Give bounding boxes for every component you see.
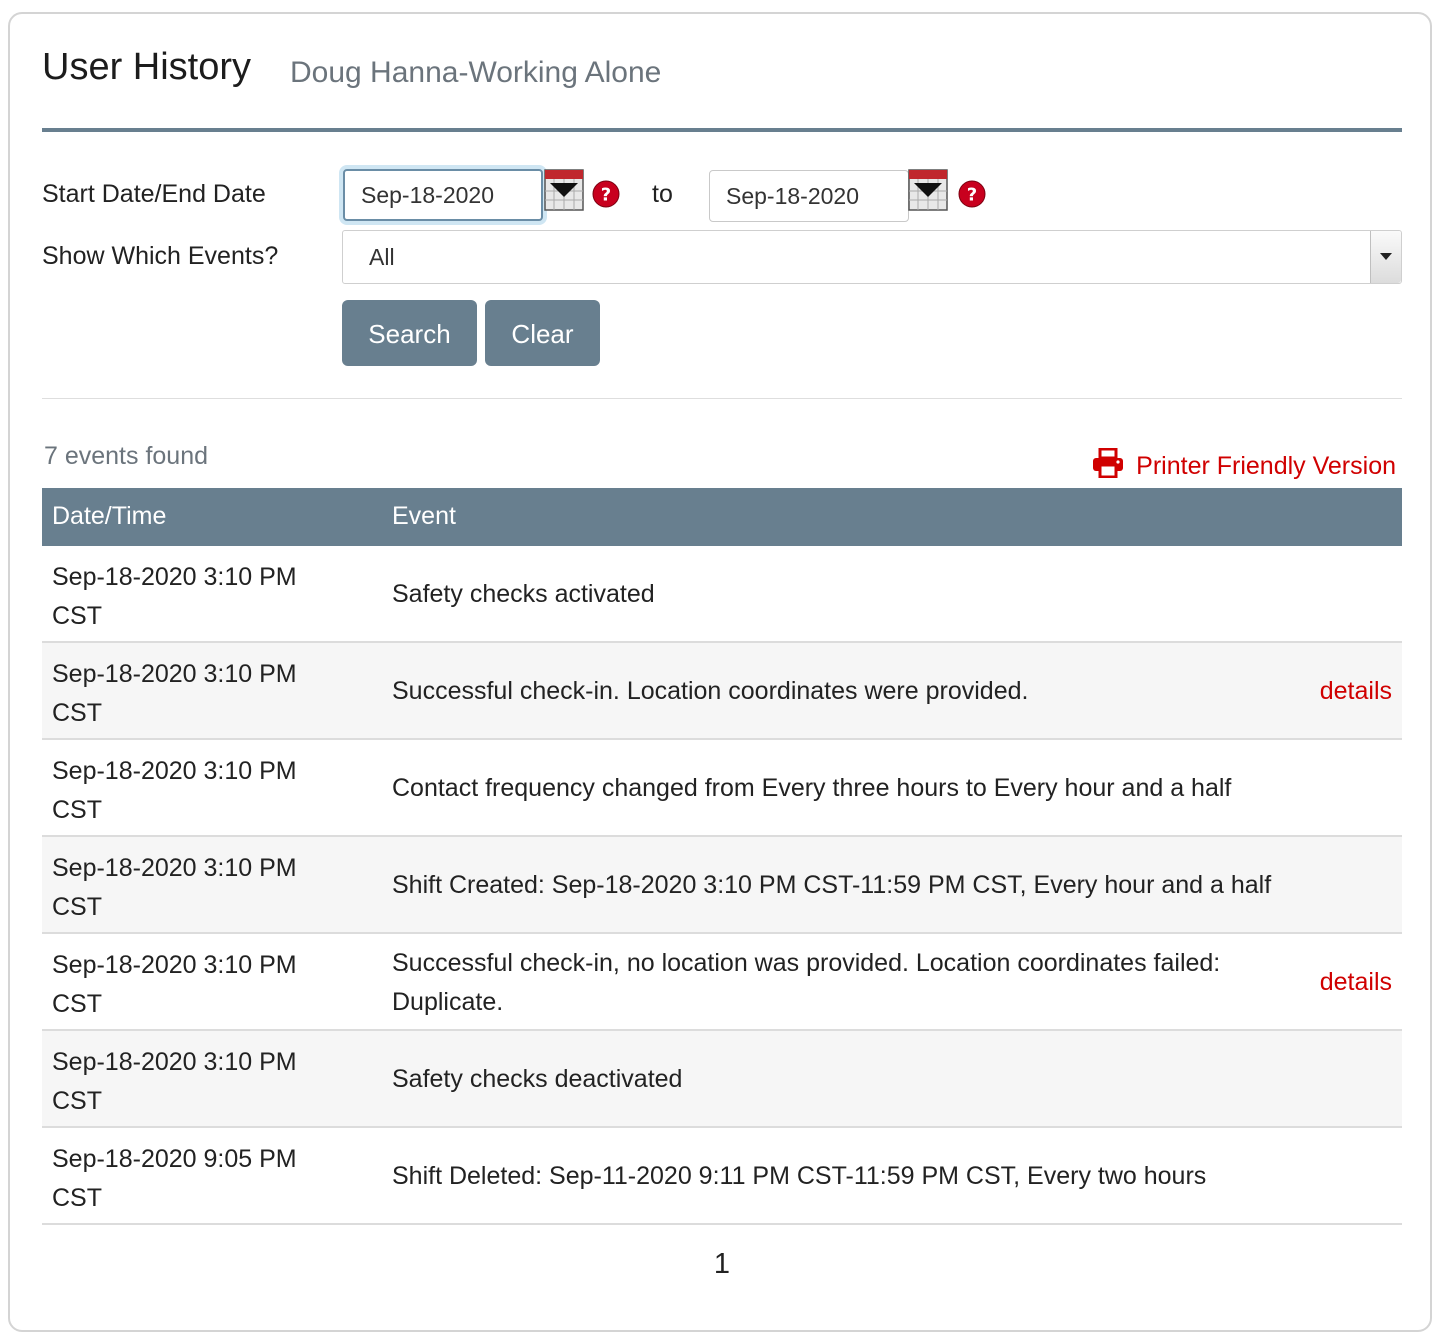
table-row: Sep-18-2020 3:10 PM CST Safety checks act… [42, 546, 1402, 643]
printer-friendly-link[interactable]: Printer Friendly Version [1092, 448, 1396, 481]
end-date-input[interactable] [709, 170, 909, 222]
start-date-input[interactable] [343, 169, 543, 221]
details-link[interactable]: details [1320, 677, 1392, 706]
clear-button[interactable]: Clear [485, 300, 600, 366]
page-header: User History Doug Hanna-Working Alone [42, 46, 1402, 132]
printer-friendly-label: Printer Friendly Version [1136, 452, 1396, 480]
chevron-down-icon[interactable] [1370, 231, 1401, 283]
to-label: to [652, 180, 673, 208]
table-row: Sep-18-2020 3:10 PM CST Safety checks dea… [42, 1031, 1402, 1128]
end-date-help-icon[interactable]: ? [958, 180, 986, 208]
table-row: Sep-18-2020 3:10 PM CST Shift Created: Se… [42, 837, 1402, 934]
column-header-event: Event [392, 502, 456, 530]
section-divider [42, 398, 1402, 399]
row-event: Successful check-in. Location coordinate… [392, 677, 1029, 705]
svg-text:?: ? [967, 185, 977, 206]
printer-icon [1093, 448, 1124, 478]
table-row: Sep-18-2020 9:05 PM CST Shift Deleted: Se… [42, 1128, 1402, 1225]
row-datetime: Sep-18-2020 9:05 PM CST [52, 1145, 297, 1212]
details-link[interactable]: details [1320, 968, 1392, 997]
end-calendar-icon[interactable] [908, 169, 948, 211]
page-number[interactable]: 1 [714, 1248, 730, 1280]
row-event: Contact frequency changed from Every thr… [392, 774, 1232, 802]
row-datetime: Sep-18-2020 3:10 PM CST [52, 757, 297, 824]
row-datetime: Sep-18-2020 3:10 PM CST [52, 563, 297, 630]
user-history-panel: User History Doug Hanna-Working Alone St… [8, 12, 1432, 1332]
search-button[interactable]: Search [342, 300, 477, 366]
user-name: Doug Hanna-Working Alone [290, 56, 662, 89]
row-event: Successful check-in, no location was pro… [392, 949, 1221, 1016]
table-row: Sep-18-2020 3:10 PM CST Successful check-… [42, 643, 1402, 740]
table-header: Date/Time Event [42, 488, 1402, 546]
events-select-value: All [369, 244, 395, 270]
events-select[interactable]: All [342, 230, 1402, 284]
row-datetime: Sep-18-2020 3:10 PM CST [52, 660, 297, 727]
pagination: 1 [10, 1248, 1434, 1281]
svg-text:?: ? [601, 185, 611, 206]
row-datetime: Sep-18-2020 3:10 PM CST [52, 854, 297, 921]
row-event: Safety checks deactivated [392, 1065, 683, 1093]
table-row: Sep-18-2020 3:10 PM CST Successful check-… [42, 934, 1402, 1031]
page-title: User History [42, 46, 252, 88]
table-row: Sep-18-2020 3:10 PM CST Contact frequency… [42, 740, 1402, 837]
row-event: Safety checks activated [392, 580, 655, 608]
start-calendar-icon[interactable] [544, 169, 584, 211]
start-date-help-icon[interactable]: ? [592, 180, 620, 208]
row-datetime: Sep-18-2020 3:10 PM CST [52, 951, 297, 1018]
results-count: 7 events found [44, 442, 209, 470]
events-filter-label: Show Which Events? [42, 242, 279, 270]
column-header-datetime: Date/Time [52, 502, 167, 530]
row-event: Shift Created: Sep-18-2020 3:10 PM CST-1… [392, 871, 1272, 899]
row-datetime: Sep-18-2020 3:10 PM CST [52, 1048, 297, 1115]
events-table: Date/Time Event Sep-18-2020 3:10 PM CST S… [42, 488, 1402, 1225]
table-body: Sep-18-2020 3:10 PM CST Safety checks act… [42, 546, 1402, 1225]
row-event: Shift Deleted: Sep-11-2020 9:11 PM CST-1… [392, 1162, 1207, 1190]
date-range-label: Start Date/End Date [42, 180, 266, 208]
